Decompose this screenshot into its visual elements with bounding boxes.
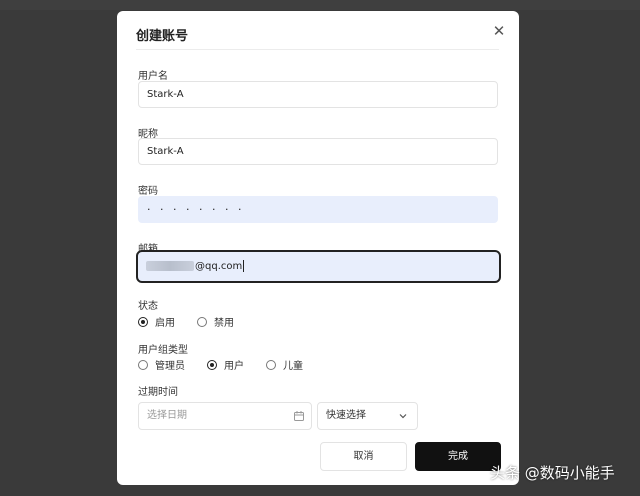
- divider: [136, 49, 499, 50]
- status-radio-group: 启用 禁用: [138, 314, 256, 329]
- watermark: 头条 @数码小能手: [490, 464, 615, 482]
- radio-unchecked-icon: [138, 359, 148, 370]
- backdrop: [0, 0, 640, 10]
- email-input[interactable]: @qq.com: [136, 250, 501, 283]
- password-input[interactable]: · · · · · · · ·: [138, 196, 498, 223]
- status-enabled-option[interactable]: 启用: [138, 314, 175, 329]
- group-type-radio-group: 管理员 用户 儿童: [138, 357, 325, 372]
- date-picker-input[interactable]: 选择日期: [138, 402, 312, 430]
- status-disabled-option[interactable]: 禁用: [197, 314, 234, 329]
- password-label: 密码: [138, 186, 158, 197]
- close-icon[interactable]: ✕: [491, 23, 507, 39]
- group-admin-option[interactable]: 管理员: [138, 357, 185, 372]
- expire-time-label: 过期时间: [138, 387, 178, 398]
- status-disabled-label: 禁用: [214, 318, 234, 329]
- nickname-input[interactable]: Stark-A: [138, 138, 498, 165]
- radio-checked-icon: [138, 316, 148, 327]
- group-child-option[interactable]: 儿童: [266, 357, 303, 372]
- group-type-label: 用户组类型: [138, 345, 188, 356]
- email-value: @qq.com: [195, 261, 243, 272]
- chevron-down-icon: [399, 414, 407, 419]
- group-child-label: 儿童: [283, 361, 303, 372]
- blurred-email-prefix: [146, 261, 194, 271]
- radio-checked-icon: [207, 359, 217, 370]
- cancel-button[interactable]: 取消: [320, 442, 407, 471]
- group-admin-label: 管理员: [155, 361, 185, 372]
- group-user-label: 用户: [224, 361, 244, 372]
- group-user-option[interactable]: 用户: [207, 357, 244, 372]
- quick-select-dropdown[interactable]: 快速选择: [317, 402, 418, 430]
- username-label: 用户名: [138, 71, 168, 82]
- calendar-icon: [294, 411, 304, 421]
- radio-unchecked-icon: [197, 316, 207, 327]
- done-button[interactable]: 完成: [415, 442, 501, 471]
- status-enabled-label: 启用: [155, 318, 175, 329]
- username-input[interactable]: Stark-A: [138, 81, 498, 108]
- radio-unchecked-icon: [266, 359, 276, 370]
- dialog-title: 创建账号: [136, 29, 189, 44]
- quick-select-label: 快速选择: [326, 410, 366, 421]
- status-label: 状态: [138, 301, 158, 312]
- create-account-dialog: 创建账号 ✕ 用户名 Stark-A 昵称 Stark-A 密码 · · · ·…: [117, 11, 519, 485]
- date-placeholder: 选择日期: [147, 410, 187, 421]
- text-caret: [243, 260, 245, 272]
